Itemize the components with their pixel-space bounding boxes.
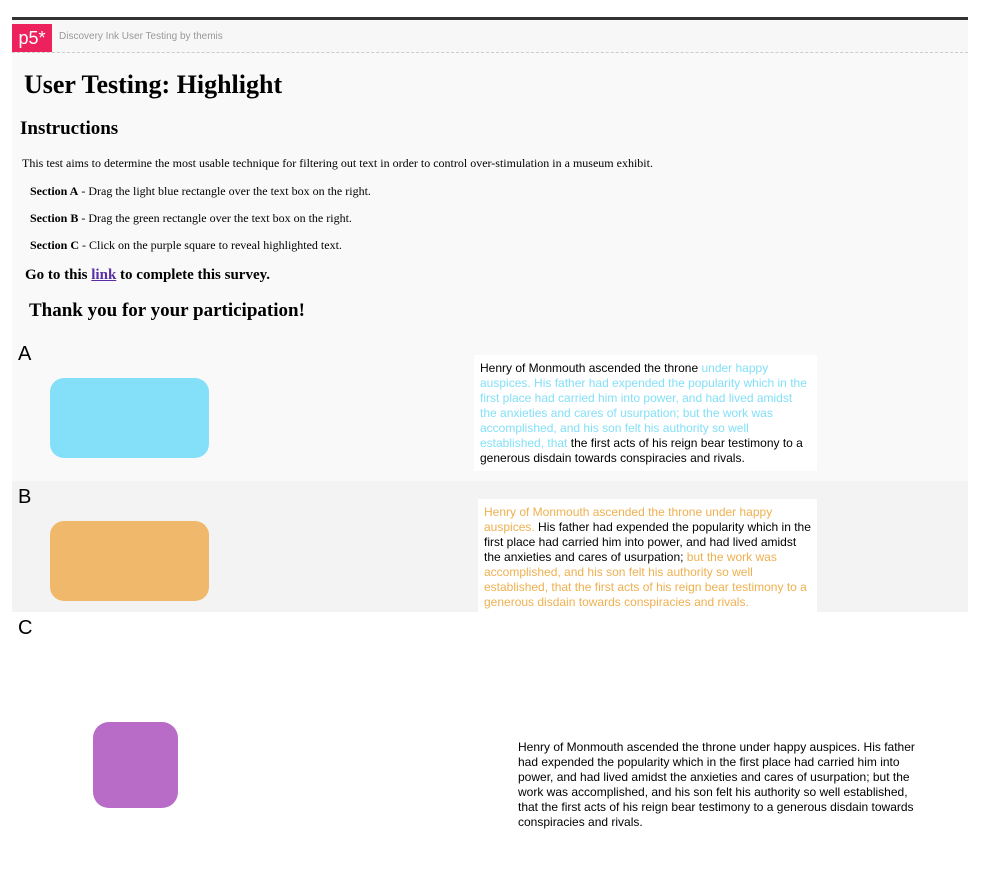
instructions-heading: Instructions — [20, 118, 119, 139]
step-section-b: Section B - Drag the green rectangle ove… — [30, 211, 352, 226]
survey-before: Go to this — [25, 267, 92, 283]
step-label: Section A — [30, 184, 79, 198]
step-text: - Drag the light blue rectangle over the… — [78, 184, 371, 198]
purple-reveal-square[interactable] — [93, 722, 178, 808]
step-label: Section C — [30, 238, 79, 252]
step-label: Section B — [30, 211, 79, 225]
step-text: - Click on the purple square to reveal h… — [79, 238, 342, 252]
step-section-a: Section A - Drag the light blue rectangl… — [30, 184, 371, 199]
step-text: - Drag the green rectangle over the text… — [78, 211, 352, 225]
editor-header: p5* Discovery Ink User Testing by themis — [12, 20, 968, 53]
page-title: User Testing: Highlight — [24, 70, 283, 99]
section-c-text-box: Henry of Monmouth ascended the throne un… — [518, 740, 915, 829]
section-b-text-box: Henry of Monmouth ascended the throne un… — [478, 499, 817, 612]
survey-after: to complete this survey. — [116, 267, 271, 283]
section-c-label: C — [18, 617, 33, 639]
thanks-text: Thank you for your participation! — [29, 300, 305, 321]
plain-text: Henry of Monmouth ascended the throne — [480, 361, 702, 375]
p5-logo[interactable]: p5* — [12, 24, 52, 52]
blue-draggable-rectangle[interactable] — [50, 378, 209, 458]
survey-link[interactable]: link — [91, 267, 116, 283]
sketch-title: Discovery Ink User Testing by themis — [59, 31, 223, 42]
section-b-label: B — [18, 486, 32, 508]
step-section-c: Section C - Click on the purple square t… — [30, 238, 342, 253]
section-a-text-box: Henry of Monmouth ascended the throne un… — [474, 355, 817, 471]
orange-draggable-rectangle[interactable] — [50, 521, 209, 601]
survey-line: Go to this link to complete this survey. — [25, 267, 270, 284]
intro-text: This test aims to determine the most usa… — [22, 156, 653, 170]
section-a-label: A — [18, 343, 32, 365]
